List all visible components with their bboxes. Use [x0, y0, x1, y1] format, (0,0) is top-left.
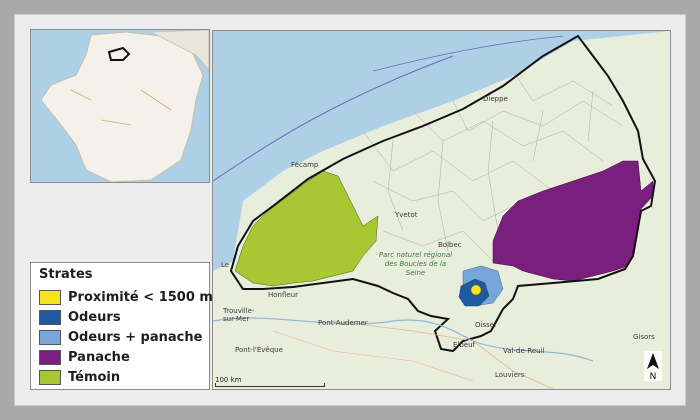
place-le: Le — [221, 261, 230, 269]
legend-swatch-panache — [39, 349, 61, 365]
place-val-de-reuil: Val-de-Reuil — [503, 347, 545, 355]
place-bolbec: Bolbec — [438, 241, 462, 249]
legend-item-odeurs-panache: Odeurs + panache — [39, 329, 202, 345]
legend-title: Strates — [39, 267, 93, 282]
stratum-proximite — [470, 284, 482, 296]
park-label: Parc naturel régional des Boucles de la … — [378, 251, 453, 277]
place-gisors: Gisors — [633, 333, 655, 341]
place-dieppe: Dieppe — [483, 95, 508, 103]
legend-item-odeurs: Odeurs — [39, 309, 121, 325]
legend-item-panache: Panache — [39, 349, 130, 365]
place-elbeuf: Elbeuf — [453, 341, 476, 349]
legend: Strates Proximité < 1500 m Odeurs Odeurs… — [30, 262, 213, 390]
legend-item-temoin: Témoin — [39, 369, 120, 385]
legend-label-panache: Panache — [68, 349, 130, 365]
legend-label-odeurs-panache: Odeurs + panache — [68, 329, 203, 345]
legend-swatch-temoin — [39, 369, 61, 385]
legend-label-proximite: Proximité < 1500 m — [68, 289, 213, 305]
place-louviers: Louviers — [495, 371, 525, 379]
north-label: N — [650, 372, 657, 381]
legend-swatch-proximite — [39, 289, 61, 305]
main-map[interactable]: Dieppe Fécamp Yvetot Bolbec Le Honfleur … — [212, 30, 671, 390]
main-map-svg — [213, 31, 670, 389]
road-network-2 — [272, 330, 474, 382]
inset-svg — [31, 30, 209, 182]
place-oissel: Oissel — [475, 321, 496, 329]
north-arrow-icon: N — [644, 351, 662, 382]
place-yvetot: Yvetot — [395, 211, 418, 219]
legend-item-proximite: Proximité < 1500 m — [39, 289, 213, 305]
legend-label-odeurs: Odeurs — [68, 309, 121, 325]
place-fecamp: Fécamp — [291, 161, 319, 169]
legend-swatch-odeurs — [39, 309, 61, 325]
inset-locator-map — [30, 29, 210, 183]
place-trouville: Trouville-sur-Mer — [223, 307, 255, 323]
scale-label: 100 km — [215, 376, 242, 384]
legend-swatch-odeurs-panache — [39, 329, 61, 345]
legend-label-temoin: Témoin — [68, 369, 121, 385]
place-pont-leveque: Pont-l'Évêque — [235, 346, 283, 354]
place-honfleur: Honfleur — [268, 291, 299, 299]
place-pont-audemer: Pont-Audemer — [318, 319, 368, 327]
